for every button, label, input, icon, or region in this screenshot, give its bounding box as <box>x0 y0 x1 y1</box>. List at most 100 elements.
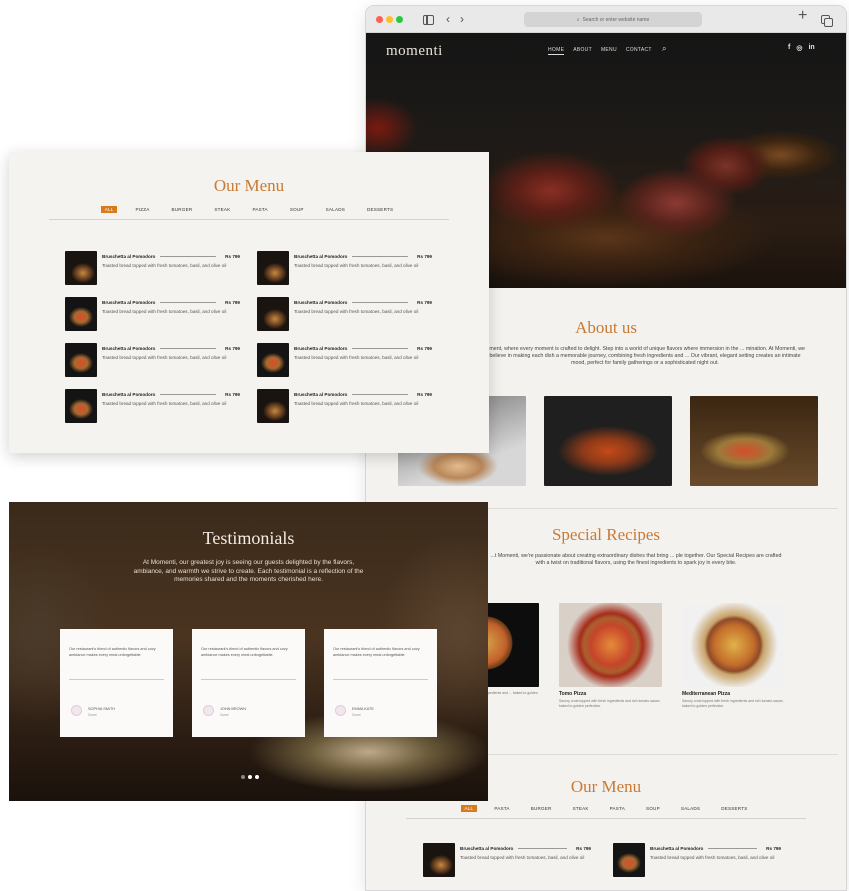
nav-home[interactable]: HOME <box>548 47 565 55</box>
dish-photo <box>257 343 289 377</box>
avatar <box>203 705 214 716</box>
filter-desserts[interactable]: DESSERTS <box>717 805 751 812</box>
instagram-icon[interactable]: ◎ <box>796 44 802 52</box>
card-divider <box>201 679 296 680</box>
menu-item[interactable]: Bruschetta al Pomodoro Rs 799 Toasted br… <box>257 251 438 285</box>
filter-underline <box>49 219 449 220</box>
forward-arrow-icon[interactable]: › <box>460 12 464 26</box>
tab-overview-icon[interactable] <box>821 15 833 27</box>
filter-steak[interactable]: STEAK <box>210 206 234 213</box>
filter-salads[interactable]: SALADS <box>322 206 349 213</box>
menu-item[interactable]: Bruschetta al Pomodoro Rs 799 Toasted br… <box>257 343 438 377</box>
filter-salads[interactable]: SALADS <box>677 805 704 812</box>
dish-desc: Toasted bread topped with fresh tomatoes… <box>102 263 227 268</box>
search-icon: ⌕ <box>576 16 580 23</box>
dish-name: Bruschetta al Pomodoro <box>460 846 514 851</box>
menu-list: Bruschetta al Pomodoro Rs 799 Toasted br… <box>423 843 787 877</box>
dish-photo <box>65 343 97 377</box>
menu-item[interactable]: Bruschetta al Pomodoro Rs 799 Toasted br… <box>257 297 438 331</box>
dish-photo <box>65 297 97 331</box>
nav-menu[interactable]: MENU <box>601 47 617 55</box>
carousel-dot[interactable] <box>255 775 259 779</box>
recipe-desc: Savory crust topped with fresh ingredien… <box>559 699 661 708</box>
carousel-dot-active[interactable] <box>248 775 252 779</box>
dish-price: Rs 799 <box>225 346 240 351</box>
minimize-window-button[interactable] <box>386 16 393 23</box>
filter-steak[interactable]: STEAK <box>569 805 593 812</box>
price-leader <box>160 348 216 349</box>
reviewer-role: Guest <box>88 713 97 717</box>
dish-desc: Toasted bread topped with fresh tomatoes… <box>294 309 419 314</box>
dish-price: Rs 799 <box>225 254 240 259</box>
linkedin-icon[interactable]: in <box>808 44 814 52</box>
testimonial-card: Our restaurant's blend of authentic flav… <box>324 629 437 737</box>
testimonials-panel: Testimonials At Momenti, our greatest jo… <box>9 502 488 801</box>
dish-price: Rs 799 <box>417 300 432 305</box>
dish-desc: Toasted bread topped with fresh tomatoes… <box>102 401 227 406</box>
filter-pasta-2[interactable]: PASTA <box>606 805 629 812</box>
carousel-dot[interactable] <box>241 775 245 779</box>
close-window-button[interactable] <box>376 16 383 23</box>
reviewer-role: Guest <box>220 713 229 717</box>
reviewer-name: EMMA KATE <box>352 707 374 711</box>
menu-item[interactable]: Bruschetta al Pomodoro Rs 799 Toasted br… <box>65 297 246 331</box>
menu-item[interactable]: Bruschetta al Pomodoro Rs 799 Toasted br… <box>423 843 597 877</box>
filter-pizza[interactable]: PIZZA <box>131 206 153 213</box>
price-leader <box>160 394 216 395</box>
filter-desserts[interactable]: DESSERTS <box>363 206 397 213</box>
menu-filters: ALL PASTA BURGER STEAK PASTA SOUP SALADS… <box>366 805 846 812</box>
brand-logo[interactable]: momenti <box>386 43 443 60</box>
nav-contact[interactable]: CONTACT <box>626 47 652 55</box>
dish-photo <box>257 251 289 285</box>
menu-item[interactable]: Bruschetta al Pomodoro Rs 799 Toasted br… <box>65 343 246 377</box>
recipe-name: Tomo Pizza <box>559 691 587 697</box>
filter-pasta[interactable]: PASTA <box>248 206 271 213</box>
card-divider <box>69 679 164 680</box>
dish-photo <box>257 389 289 423</box>
new-tab-icon[interactable]: + <box>798 8 807 24</box>
reviewer-role: Guest <box>352 713 361 717</box>
recipe-card[interactable]: Tomo Pizza Savory crust topped with fres… <box>559 603 662 709</box>
dish-photo <box>423 843 455 877</box>
filter-pasta[interactable]: PASTA <box>490 805 513 812</box>
menu-panel: Our Menu ALL PIZZA BURGER STEAK PASTA SO… <box>9 152 489 453</box>
testimonial-quote: Our restaurant's blend of authentic flav… <box>69 647 156 657</box>
price-leader <box>352 394 408 395</box>
address-bar[interactable]: ⌕ Search or enter website name <box>524 12 702 27</box>
pizza-photo <box>559 603 662 687</box>
menu-item[interactable]: Bruschetta al Pomodoro Rs 799 Toasted br… <box>65 389 246 423</box>
testimonial-list: Our restaurant's blend of authentic flav… <box>60 629 437 737</box>
dish-name: Bruschetta al Pomodoro <box>294 300 348 305</box>
menu-filters: ALL PIZZA BURGER STEAK PASTA SOUP SALADS… <box>9 206 489 213</box>
price-leader <box>160 302 216 303</box>
search-icon[interactable]: ⌕ <box>662 44 666 54</box>
dish-name: Bruschetta al Pomodoro <box>102 346 156 351</box>
dish-price: Rs 799 <box>417 254 432 259</box>
filter-all[interactable]: ALL <box>460 805 478 812</box>
dish-price: Rs 799 <box>225 300 240 305</box>
sidebar-toggle-icon[interactable] <box>423 15 434 25</box>
filter-soup[interactable]: SOUP <box>642 805 664 812</box>
nav-about[interactable]: ABOUT <box>573 47 592 55</box>
dish-price: Rs 799 <box>417 346 432 351</box>
menu-item[interactable]: Bruschetta al Pomodoro Rs 799 Toasted br… <box>257 389 438 423</box>
filter-burger[interactable]: BURGER <box>168 206 197 213</box>
dish-photo <box>257 297 289 331</box>
menu-item[interactable]: Bruschetta al Pomodoro Rs 799 Toasted br… <box>613 843 787 877</box>
dish-photo <box>65 389 97 423</box>
back-arrow-icon[interactable]: ‹ <box>446 12 450 26</box>
dish-name: Bruschetta al Pomodoro <box>102 254 156 259</box>
dish-photo <box>65 251 97 285</box>
filter-burger[interactable]: BURGER <box>527 805 556 812</box>
dish-desc: Toasted bread topped with fresh tomatoes… <box>102 355 227 360</box>
recipe-card[interactable]: Mediterranean Pizza Savory crust topped … <box>682 603 785 709</box>
dish-name: Bruschetta al Pomodoro <box>102 392 156 397</box>
facebook-icon[interactable]: f <box>788 44 790 52</box>
price-leader <box>352 348 408 349</box>
menu-item[interactable]: Bruschetta al Pomodoro Rs 799 Toasted br… <box>65 251 246 285</box>
social-links: f ◎ in <box>788 44 815 52</box>
carousel-dots <box>241 775 259 779</box>
filter-all[interactable]: ALL <box>100 206 118 213</box>
maximize-window-button[interactable] <box>396 16 403 23</box>
filter-soup[interactable]: SOUP <box>286 206 308 213</box>
